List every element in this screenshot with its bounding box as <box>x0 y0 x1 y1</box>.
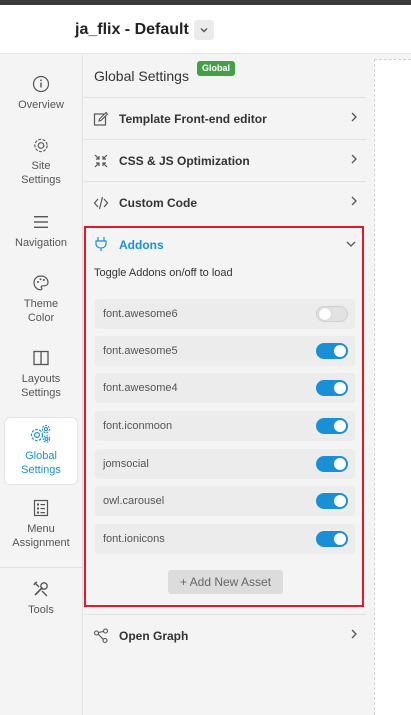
sidebar-item-global-settings[interactable]: Global Settings <box>4 417 78 485</box>
sidebar-item-layouts-settings[interactable]: Layouts Settings <box>4 349 78 401</box>
asset-name: font.awesome6 <box>103 308 178 320</box>
preview-canvas[interactable] <box>374 59 411 715</box>
code-icon <box>93 196 109 210</box>
asset-name: jomsocial <box>103 458 149 470</box>
asset-toggle[interactable] <box>316 343 348 359</box>
sidebar-item-label: Overview <box>18 99 64 111</box>
asset-toggle[interactable] <box>316 306 348 322</box>
asset-toggle[interactable] <box>316 380 348 396</box>
gears-icon <box>30 424 51 443</box>
hamburger-icon <box>34 216 48 228</box>
panel-title: Global Settings <box>94 68 189 84</box>
sidebar: Overview Site Settings Navigation Theme … <box>0 55 83 715</box>
asset-name: owl.carousel <box>103 495 165 507</box>
row-label: Template Front-end editor <box>119 112 267 126</box>
global-badge: Global <box>197 61 236 76</box>
sidebar-item-label: Navigation <box>15 237 67 249</box>
row-open-graph[interactable]: Open Graph <box>84 614 366 656</box>
asset-toggle[interactable] <box>316 493 348 509</box>
layout-icon <box>33 350 49 366</box>
row-label: Open Graph <box>119 629 189 643</box>
compress-icon <box>94 154 108 168</box>
asset-row: font.awesome6 <box>95 299 355 329</box>
sidebar-item-label: Menu Assignment <box>12 523 70 549</box>
panel-header: Global Settings Global <box>84 55 366 97</box>
chevron-down-icon[interactable] <box>346 240 356 248</box>
row-label: Custom Code <box>119 196 197 210</box>
sidebar-item-overview[interactable]: Overview <box>4 75 78 119</box>
asset-name: font.iconmoon <box>103 420 173 432</box>
sidebar-item-label: Tools <box>28 604 54 616</box>
header: ja_flix - Default <box>0 5 411 54</box>
row-custom-code[interactable]: Custom Code <box>84 181 366 223</box>
asset-name: font.ionicons <box>103 533 165 545</box>
template-dropdown-button[interactable] <box>194 20 214 40</box>
asset-name: font.awesome5 <box>103 345 178 357</box>
sidebar-divider <box>0 567 82 568</box>
palette-icon <box>33 275 49 291</box>
sidebar-item-label: Theme Color <box>23 298 59 324</box>
asset-row: font.iconmoon <box>95 411 355 441</box>
row-label: CSS & JS Optimization <box>119 154 250 168</box>
addons-description: Toggle Addons on/off to load <box>94 267 233 279</box>
asset-row: font.ionicons <box>95 524 355 554</box>
row-template-frontend-editor[interactable]: Template Front-end editor <box>84 97 366 139</box>
sidebar-item-tools[interactable]: Tools <box>4 580 78 620</box>
gear-icon <box>34 138 48 153</box>
sidebar-item-theme-color[interactable]: Theme Color <box>4 274 78 326</box>
sidebar-item-label: Site Settings <box>21 160 61 186</box>
template-title: ja_flix - Default <box>75 21 189 38</box>
tools-icon <box>33 581 48 597</box>
sidebar-item-menu-assignment[interactable]: Menu Assignment <box>4 499 78 551</box>
sidebar-item-label: Layouts Settings <box>21 373 61 399</box>
asset-row: owl.carousel <box>95 486 355 516</box>
add-new-asset-button[interactable]: + Add New Asset <box>168 570 283 594</box>
addons-title[interactable]: Addons <box>119 238 164 252</box>
share-icon <box>93 628 109 644</box>
asset-name: font.awesome4 <box>103 382 178 394</box>
asset-row: font.awesome5 <box>95 336 355 366</box>
asset-row: font.awesome4 <box>95 373 355 403</box>
asset-toggle[interactable] <box>316 418 348 434</box>
asset-row: jomsocial <box>95 449 355 479</box>
chevron-down-icon <box>200 28 208 33</box>
sidebar-item-site-settings[interactable]: Site Settings <box>4 137 78 187</box>
sidebar-item-label: Global Settings <box>21 450 61 476</box>
sidebar-item-navigation[interactable]: Navigation <box>4 213 78 253</box>
chevron-right-icon <box>351 112 357 122</box>
chevron-right-icon <box>351 629 357 639</box>
plug-icon <box>95 237 107 251</box>
chevron-right-icon <box>351 196 357 206</box>
asset-toggle[interactable] <box>316 531 348 547</box>
asset-toggle[interactable] <box>316 456 348 472</box>
addons-section: Addons Toggle Addons on/off to load font… <box>84 226 364 607</box>
info-icon <box>32 75 50 93</box>
checklist-icon <box>33 499 49 517</box>
edit-icon <box>93 111 109 126</box>
chevron-right-icon <box>351 154 357 164</box>
row-css-js-optimization[interactable]: CSS & JS Optimization <box>84 139 366 181</box>
